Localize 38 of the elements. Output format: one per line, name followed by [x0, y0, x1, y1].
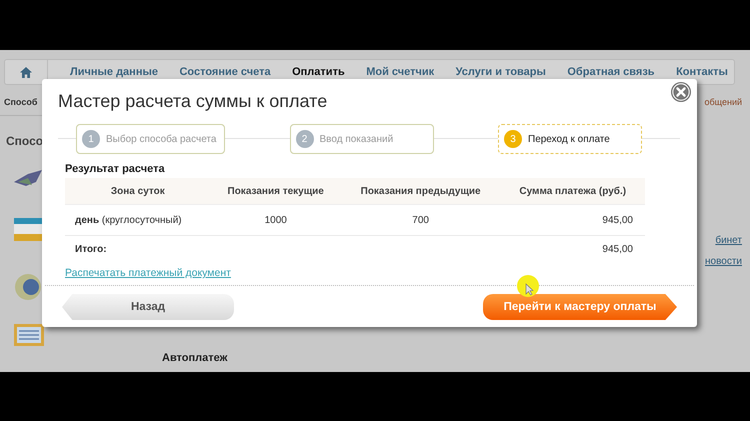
wizard-step[interactable]: 2 Ввод показаний: [290, 124, 434, 154]
autopay-label: Автоплатеж: [162, 352, 228, 364]
column-header: Зона суток: [65, 178, 211, 204]
table-cell: 700: [340, 204, 500, 236]
back-button[interactable]: Назад: [62, 294, 234, 320]
side-link[interactable]: новости: [704, 256, 742, 267]
nav-tab[interactable]: Контакты: [676, 66, 728, 78]
column-header: Сумма платежа (руб.): [500, 178, 645, 204]
print-link[interactable]: Распечатать платежный документ: [65, 267, 231, 279]
table-cell: Итого:: [65, 236, 211, 263]
nav-tab[interactable]: Оплатить: [292, 66, 345, 78]
wizard-step[interactable]: 1 Выбор способа расчета: [76, 124, 225, 154]
next-button[interactable]: Перейти к мастеру оплаты: [483, 294, 677, 320]
bird-icon: [14, 170, 42, 188]
section-heading: Способ: [4, 97, 38, 107]
section-heading: Спосо: [6, 134, 44, 148]
nav-tab[interactable]: Состояние счета: [179, 66, 271, 78]
table-cell: день (круглосуточный): [65, 204, 211, 236]
cursor-icon: [517, 275, 539, 297]
nav-tab[interactable]: Личные данные: [70, 66, 158, 78]
table-cell: 1000: [210, 204, 341, 236]
side-link[interactable]: бинет: [715, 235, 742, 246]
side-text: общений: [704, 97, 742, 107]
column-header: Показания предыдущие: [340, 178, 500, 204]
close-icon[interactable]: [671, 82, 691, 102]
nav-tab[interactable]: Мой счетчик: [366, 66, 434, 78]
table-cell: 945,00: [500, 204, 645, 236]
nav-tab[interactable]: Обратная связь: [567, 66, 655, 78]
table-cell: 945,00: [500, 236, 645, 263]
column-header: Показания текущие: [210, 178, 341, 204]
wizard-step[interactable]: 3 Переход к оплате: [498, 124, 642, 154]
section-title: Результат расчета: [65, 163, 166, 175]
nav-tab[interactable]: Услуги и товары: [456, 66, 546, 78]
card-icon: [14, 218, 42, 242]
calendar-icon: [14, 322, 44, 346]
dialog-title: Мастер расчета суммы к оплате: [58, 91, 328, 112]
home-icon[interactable]: [20, 66, 32, 78]
emblem-icon: [14, 272, 42, 302]
